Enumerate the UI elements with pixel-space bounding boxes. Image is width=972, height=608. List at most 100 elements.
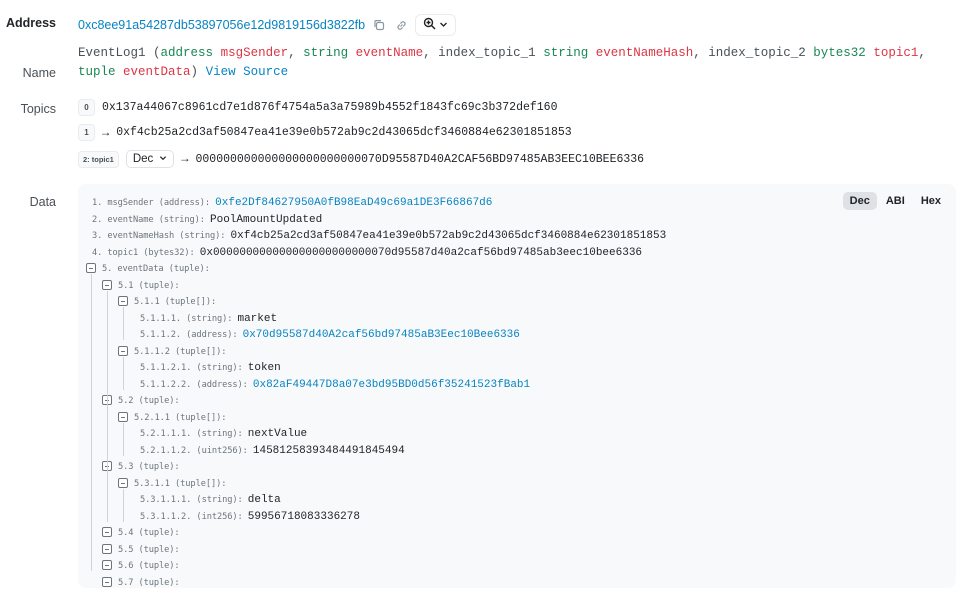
contract-address-link[interactable]: 0xc8ee91a54287db53897056e12d9819156d3822… xyxy=(78,18,365,32)
data-line: 5.1.1.2.1. (string): token xyxy=(140,359,281,376)
data-line: 5.3.1.1 (tuple[]): xyxy=(118,475,226,492)
address-row: 0xc8ee91a54287db53897056e12d9819156d3822… xyxy=(78,14,457,36)
data-line-value: 0xf4cb25a2cd3af50847ea41e39e0b572ab9c2d4… xyxy=(230,230,667,242)
topic-row-0: 0 0x137a44067c8961cd7e1d876f4754a5a3a759… xyxy=(78,99,557,116)
address-link[interactable]: 0xfe2Df84627950A0fB98EaD49c69a1DE3F66867… xyxy=(215,197,492,209)
event-signature: EventLog1 (address msgSender, string eve… xyxy=(78,44,958,82)
data-line: 5.1.1.1. (string): market xyxy=(140,310,277,327)
data-line-label: 5.1.1.2.2. (address): xyxy=(140,379,253,390)
topic-index-badge: 1 xyxy=(78,124,95,141)
paren-open: ( xyxy=(145,46,161,60)
param-separator: , xyxy=(918,46,926,60)
topic-row-2: 2: topic1 Dec → 000000000000000000000000… xyxy=(78,150,644,168)
collapse-toggle-icon[interactable] xyxy=(118,411,128,422)
data-line: 5.2 (tuple): xyxy=(102,392,180,409)
param-type: tuple xyxy=(78,65,116,79)
data-line-label: 5.1.1.2 (tuple[]): xyxy=(134,346,227,357)
address-link[interactable]: 0x82aF49447D8a07e3bd95BD0d56f35241523fBa… xyxy=(253,379,530,391)
param-name: msgSender xyxy=(220,46,289,60)
collapse-toggle-icon[interactable] xyxy=(118,345,128,356)
paren-close: ) xyxy=(190,65,199,79)
tree-guide-line xyxy=(123,356,124,390)
topic-format-value: Dec xyxy=(132,153,154,165)
data-line: 5.3 (tuple): xyxy=(102,458,180,475)
decoded-data-panel: Dec ABI Hex 1. msgSender (address): 0xfe… xyxy=(78,184,956,588)
data-line-label: 1. msgSender (address): xyxy=(92,198,216,208)
copy-icon[interactable] xyxy=(371,17,387,33)
param-index-prefix: index_topic_1 xyxy=(438,46,544,60)
topic-index-badge: 2: topic1 xyxy=(78,150,119,168)
data-line-value: market xyxy=(237,312,278,325)
collapse-toggle-icon[interactable] xyxy=(102,527,112,537)
param-index-prefix: index_topic_2 xyxy=(708,46,814,60)
data-line: 3. eventNameHash (string): 0xf4cb25a2cd3… xyxy=(92,227,666,244)
data-line-label: 4. topic1 (bytes32): xyxy=(92,247,200,258)
param-name: eventData xyxy=(123,65,191,79)
zoom-dropdown-button[interactable] xyxy=(415,14,457,36)
arrow-right-icon: → xyxy=(102,125,110,140)
param-name: eventName xyxy=(355,46,424,60)
collapse-toggle-icon[interactable] xyxy=(102,543,112,554)
format-dec-button[interactable]: Dec xyxy=(842,192,877,210)
data-line: 5.3.1.1.1. (string): delta xyxy=(140,491,281,508)
collapse-toggle-icon[interactable] xyxy=(102,576,112,587)
collapse-toggle-icon[interactable] xyxy=(102,279,112,290)
tree-guide-line xyxy=(107,406,108,456)
param-name: topic1 xyxy=(873,46,919,60)
format-abi-button[interactable]: ABI xyxy=(879,192,912,210)
data-line: 2. eventName (string): PoolAmountUpdated xyxy=(92,211,322,228)
data-line-value: 0x000000000000000000000000070d95587d40a2… xyxy=(199,246,643,259)
data-line-label: 5.2.1.1.1. (string): xyxy=(140,429,248,439)
address-label: Address xyxy=(5,16,56,30)
topic-value: 0xf4cb25a2cd3af50847ea41e39e0b572ab9c2d4… xyxy=(116,126,572,139)
data-line-label: 5.2.1.1.2. (uint256): xyxy=(140,445,253,456)
data-line: 5. eventData (tuple): xyxy=(86,260,210,277)
address-link[interactable]: 0x70d95587d40A2caf56bd97485aB3Eec10Bee63… xyxy=(243,329,520,341)
data-line-label: 5.1.1.2.1. (string): xyxy=(140,363,248,373)
collapse-toggle-icon[interactable] xyxy=(102,560,112,570)
data-line: 1. msgSender (address): 0xfe2Df84627950A… xyxy=(92,194,492,211)
data-line: 5.6 (tuple): xyxy=(102,557,180,574)
view-source-link[interactable]: View Source xyxy=(206,65,289,79)
data-format-toggle: Dec ABI Hex xyxy=(842,192,948,210)
param-type: address xyxy=(160,46,214,60)
data-line-label: 5. eventData (tuple): xyxy=(102,264,210,274)
data-line-label: 5.2.1.1 (tuple[]): xyxy=(134,412,227,423)
data-line: 5.3.1.1.2. (int256): 59956718083336278 xyxy=(140,508,360,525)
data-line: 5.1.1 (tuple[]): xyxy=(118,293,216,310)
topic-format-select[interactable]: Dec xyxy=(125,150,175,168)
param-separator: , xyxy=(693,46,709,60)
data-line-label: 2. eventName (string): xyxy=(92,214,210,225)
link-icon[interactable] xyxy=(393,17,409,33)
data-label: Data xyxy=(29,195,56,209)
chevron-down-icon xyxy=(439,18,448,32)
collapse-toggle-icon[interactable] xyxy=(118,477,128,488)
data-line-label: 5.3.1.1 (tuple[]): xyxy=(134,478,227,489)
data-line-value: delta xyxy=(247,494,281,506)
collapse-toggle-icon[interactable] xyxy=(118,296,128,306)
magnifier-plus-icon xyxy=(423,17,436,33)
collapse-toggle-icon[interactable] xyxy=(86,263,96,273)
data-line: 5.1.1.2 (tuple[]): xyxy=(118,343,226,360)
param-separator: , xyxy=(423,46,439,60)
data-line-label: 5.4 (tuple): xyxy=(118,528,180,538)
data-line: 5.4 (tuple): xyxy=(102,524,180,541)
tree-guide-line xyxy=(123,422,124,456)
data-line-label: 5.3 (tuple): xyxy=(118,462,180,472)
data-line-value: 59956718083336278 xyxy=(247,510,360,523)
data-line: 5.2.1.1.2. (uint256): 145812583934844918… xyxy=(140,442,405,459)
topics-label: Topics xyxy=(20,102,56,116)
data-line: 5.1.1.2.2. (address): 0x82aF49447D8a07e3… xyxy=(140,376,530,393)
tree-guide-line xyxy=(123,488,124,522)
tree-guide-line xyxy=(123,307,124,340)
param-type: bytes32 xyxy=(813,46,866,60)
data-line-label: 5.3.1.1.2. (int256): xyxy=(140,511,248,522)
param-type: string xyxy=(303,46,349,60)
topic-index-badge: 0 xyxy=(78,99,95,116)
data-line: 5.1.1.2. (address): 0x70d95587d40A2caf56… xyxy=(140,326,520,343)
tree-guide-line xyxy=(91,274,92,571)
param-separator: , xyxy=(288,46,304,60)
data-line-value: 14581258393484491845494 xyxy=(252,444,405,457)
format-hex-button[interactable]: Hex xyxy=(914,192,948,210)
chevron-down-icon xyxy=(159,153,167,165)
